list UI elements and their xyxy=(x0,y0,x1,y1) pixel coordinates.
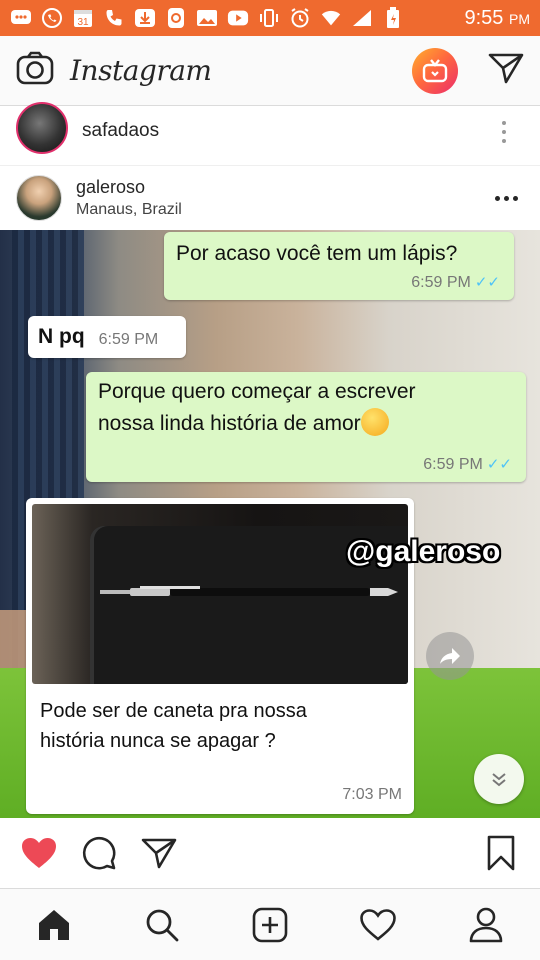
message-time: 6:59 PM ✓✓ xyxy=(423,456,512,473)
wifi-icon xyxy=(320,8,342,28)
app-header: Instagram xyxy=(0,36,540,106)
pen-icon xyxy=(100,586,398,596)
direct-message-icon[interactable] xyxy=(488,52,524,89)
read-ticks-icon: ✓✓ xyxy=(474,274,500,291)
message-time: 7:03 PM xyxy=(342,786,402,803)
pen-photo[interactable] xyxy=(32,504,408,684)
chat-bubble-outgoing: Porque quero começar a escrever nossa li… xyxy=(86,372,526,482)
home-icon[interactable] xyxy=(32,903,76,947)
youtube-icon xyxy=(227,8,249,28)
comment-icon[interactable] xyxy=(80,834,118,872)
gallery-icon xyxy=(196,8,218,28)
phone-icon xyxy=(103,8,125,28)
story-avatar[interactable] xyxy=(16,101,68,154)
share-icon[interactable] xyxy=(140,834,178,872)
whatsapp-icon xyxy=(41,8,63,28)
message-time: 6:59 PM ✓✓ xyxy=(411,274,500,291)
add-post-icon[interactable] xyxy=(248,903,292,947)
profile-icon[interactable] xyxy=(464,903,508,947)
chat-bubble-outgoing: Por acaso você tem um lápis? 6:59 PM ✓✓ xyxy=(164,232,514,300)
watermark: @galeroso xyxy=(346,535,501,568)
message-text: Porque quero começar a escrever nossa li… xyxy=(98,380,416,437)
chat-bubble-incoming: N pq 6:59 PM xyxy=(28,316,186,358)
message-time: 6:59 PM xyxy=(98,331,159,348)
more-options-icon[interactable] xyxy=(502,120,506,143)
phone-app-icon xyxy=(165,8,187,28)
forward-icon xyxy=(426,632,474,680)
messages-icon xyxy=(10,8,32,28)
status-clock: 9:55 PM xyxy=(464,6,531,29)
camera-icon[interactable] xyxy=(16,51,54,90)
blushing-face-icon xyxy=(360,408,389,437)
alarm-icon xyxy=(289,8,311,28)
message-text: N pq xyxy=(38,325,85,348)
search-icon[interactable] xyxy=(140,903,184,947)
post-header: galeroso Manaus, Brazil xyxy=(0,166,540,230)
vibrate-icon xyxy=(258,8,280,28)
heart-icon[interactable] xyxy=(20,834,58,872)
avatar[interactable] xyxy=(16,175,62,221)
scroll-down-icon xyxy=(474,754,524,804)
story-username[interactable]: safadaos xyxy=(82,120,502,142)
post-image[interactable]: Por acaso você tem um lápis? 6:59 PM ✓✓ N… xyxy=(0,230,540,818)
message-text: Pode ser de caneta pra nossa história nu… xyxy=(40,700,307,752)
read-ticks-icon: ✓✓ xyxy=(486,456,512,473)
svg-text:31: 31 xyxy=(77,17,89,28)
bottom-nav xyxy=(0,888,540,960)
activity-icon[interactable] xyxy=(356,903,400,947)
signal-icon xyxy=(351,8,373,28)
battery-icon xyxy=(382,7,404,28)
app-logo: Instagram xyxy=(70,54,212,87)
igtv-icon[interactable] xyxy=(412,47,458,94)
post-meta: galeroso Manaus, Brazil xyxy=(76,177,495,219)
post-actions xyxy=(0,818,540,888)
status-bar: 31 9:55 PM xyxy=(0,0,540,36)
story-row[interactable]: safadaos xyxy=(0,101,540,166)
download-icon xyxy=(134,8,156,28)
bookmark-icon[interactable] xyxy=(482,834,520,872)
notification-icons: 31 xyxy=(10,7,459,28)
post-location[interactable]: Manaus, Brazil xyxy=(76,201,495,219)
message-text: Por acaso você tem um lápis? xyxy=(176,242,458,265)
post-options-icon[interactable] xyxy=(495,195,518,201)
post-username[interactable]: galeroso xyxy=(76,177,495,198)
calendar-icon: 31 xyxy=(72,8,94,28)
